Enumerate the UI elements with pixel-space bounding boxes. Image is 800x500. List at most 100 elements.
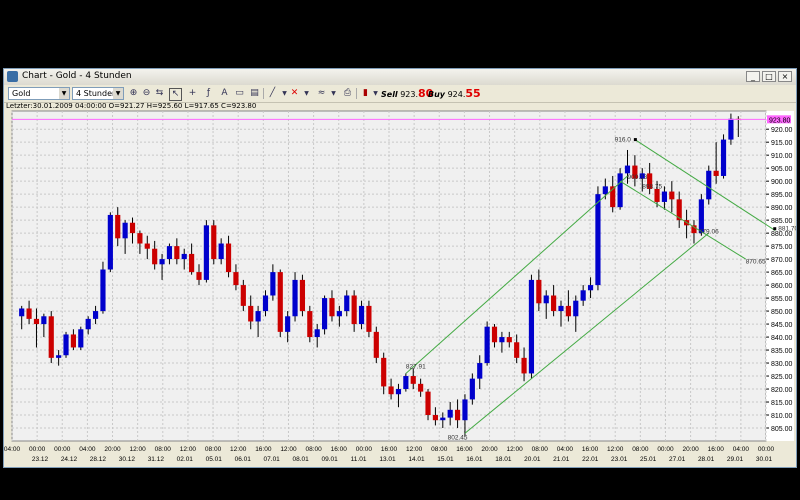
date-tick-label: 22.01 <box>582 456 599 463</box>
candle-up <box>41 316 47 325</box>
candle-up <box>159 259 165 265</box>
price-tick-label: 875.00 <box>771 244 793 251</box>
time-tick-label: 04:00 <box>4 446 21 453</box>
candle-down <box>388 386 394 395</box>
price-tick-label: 830.00 <box>771 361 793 368</box>
date-tick-label: 28.12 <box>90 456 107 463</box>
candle-up <box>661 191 668 202</box>
candle-up <box>462 399 468 421</box>
candle-up <box>624 165 631 174</box>
price-annotation: 900.13 <box>627 174 647 181</box>
candle-up <box>358 305 365 325</box>
price-tick-label: 845.00 <box>771 322 793 329</box>
date-tick-label: 20.01 <box>524 456 541 463</box>
price-tick-label: 855.00 <box>771 296 793 303</box>
time-tick-label: 20:00 <box>682 446 699 453</box>
candle-down <box>189 253 195 273</box>
candle-down <box>248 305 254 322</box>
candle-down <box>713 170 719 176</box>
price-tick-label: 835.00 <box>771 348 793 355</box>
candle-down <box>551 295 557 312</box>
candle-up <box>706 170 712 200</box>
candle-up <box>19 308 25 317</box>
candle-down <box>373 331 379 358</box>
candle-up <box>314 329 320 338</box>
price-tick-label: 870.00 <box>771 257 793 264</box>
candle-up <box>617 173 623 208</box>
candle-down <box>307 311 313 338</box>
price-annotation: 916.0 <box>615 137 632 144</box>
candle-down <box>410 376 416 384</box>
candle-up <box>440 417 446 421</box>
date-tick-label: 08.01 <box>292 456 309 463</box>
date-tick-label: 15.01 <box>437 456 454 463</box>
candle-up <box>720 139 727 176</box>
candle-up <box>403 376 409 390</box>
time-tick-label: 00:00 <box>657 446 674 453</box>
time-tick-label: 08:00 <box>305 446 322 453</box>
date-tick-label: 30.12 <box>119 456 136 463</box>
candle-up <box>484 326 490 364</box>
candle-down <box>26 308 32 319</box>
candle-up <box>602 186 608 195</box>
candle-up <box>218 243 224 260</box>
candle-down <box>418 383 424 392</box>
candle-down <box>174 246 180 260</box>
price-tick-label: 840.00 <box>771 335 793 342</box>
candle-up <box>92 311 99 319</box>
candle-up <box>395 389 402 395</box>
candle-up <box>255 311 261 322</box>
candle-down <box>299 279 306 312</box>
time-tick-label: 08:00 <box>632 446 649 453</box>
candle-up <box>56 355 62 358</box>
candle-down <box>329 298 335 317</box>
candle-up <box>285 316 291 332</box>
price-tick-label: 895.00 <box>771 192 793 199</box>
time-tick-label: 12:00 <box>130 446 147 453</box>
candle-up <box>595 194 601 286</box>
price-tick-label: 850.00 <box>771 309 793 316</box>
price-tick-label: 860.00 <box>771 283 793 290</box>
candle-up <box>447 409 453 418</box>
candle-down <box>137 233 143 244</box>
date-tick-label: 29.01 <box>727 456 744 463</box>
price-tick-label: 865.00 <box>771 270 793 277</box>
time-tick-label: 12:00 <box>280 446 297 453</box>
time-tick-label: 12:00 <box>180 446 197 453</box>
anchor-point <box>773 227 777 231</box>
time-tick-label: 20:00 <box>481 446 498 453</box>
price-tick-label: 820.00 <box>771 387 793 394</box>
candle-up <box>166 246 173 260</box>
candle-down <box>432 415 438 421</box>
candle-up <box>573 300 579 317</box>
date-tick-label: 05.01 <box>206 456 223 463</box>
candle-down <box>506 337 512 343</box>
price-annotation: 879.06 <box>699 229 719 236</box>
price-tick-label: 920.00 <box>771 127 793 134</box>
candle-up <box>292 279 298 317</box>
time-tick-label: 16:00 <box>582 446 599 453</box>
anchor-point <box>633 138 637 142</box>
candle-down <box>196 272 202 280</box>
date-tick-label: 27.01 <box>669 456 686 463</box>
time-tick-label: 12:00 <box>507 446 524 453</box>
time-tick-label: 16:00 <box>331 446 348 453</box>
candle-down <box>669 191 675 200</box>
price-tick-label: 815.00 <box>771 400 793 407</box>
candle-down <box>521 357 527 374</box>
candle-up <box>181 253 187 260</box>
date-tick-label: 06.01 <box>235 456 252 463</box>
candlestick-chart[interactable]: 805.00 810.00 815.00 820.00 825.00 830.00 835.… <box>4 69 796 467</box>
price-annotation: 881.70 <box>778 226 796 233</box>
candle-up <box>477 363 483 379</box>
date-tick-label: 31.12 <box>148 456 165 463</box>
date-tick-label: 23.01 <box>611 456 628 463</box>
candle-down <box>233 272 239 286</box>
time-tick-label: 12:00 <box>607 446 624 453</box>
candle-down <box>491 326 498 343</box>
candle-up <box>100 269 106 312</box>
price-annotation: 802.45 <box>448 435 468 442</box>
price-annotation: 827.91 <box>406 363 426 370</box>
date-tick-label: 13.01 <box>379 456 396 463</box>
candle-down <box>351 295 357 325</box>
